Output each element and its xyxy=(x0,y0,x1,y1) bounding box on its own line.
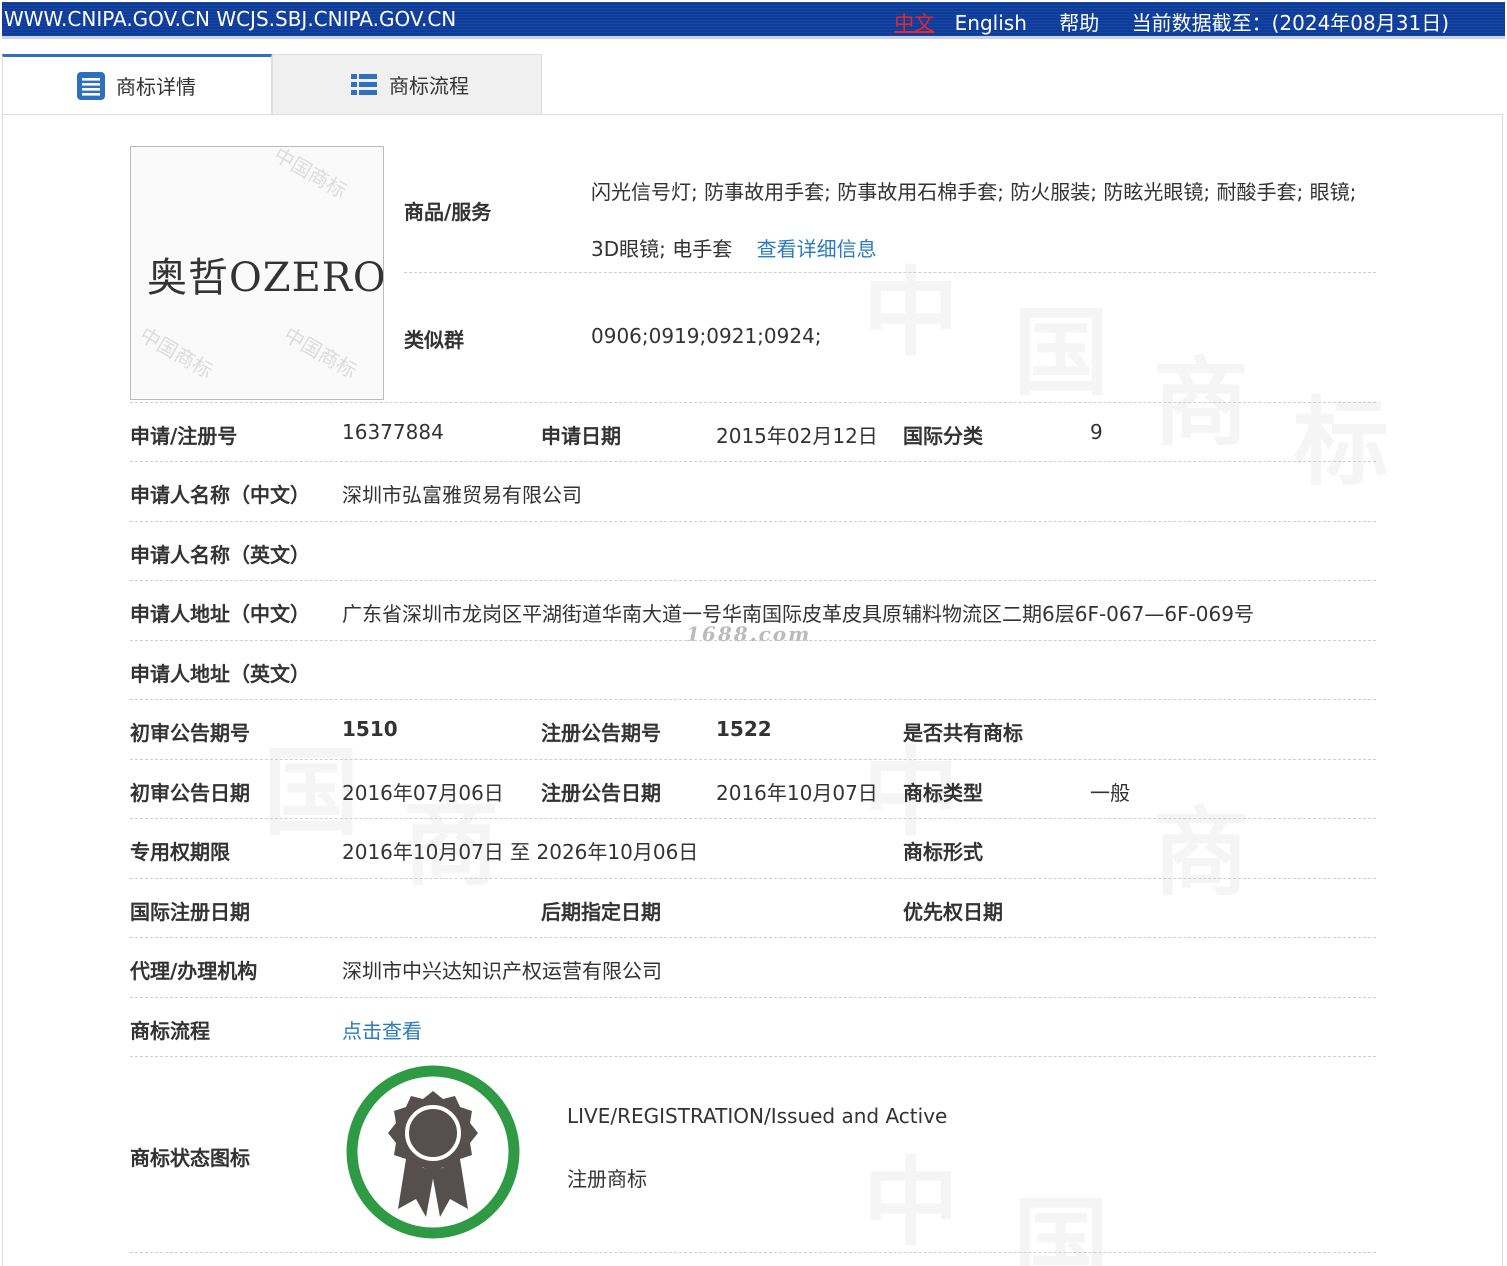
reg-pub-no-value: 1522 xyxy=(716,717,772,741)
goods-label: 商品/服务 xyxy=(404,200,492,224)
top-bar-right: 中文 English 帮助 当前数据截至：(2024年08月31日) xyxy=(894,7,1449,36)
shared-label: 是否共有商标 xyxy=(903,721,1023,745)
mark-stamp: 中国商标 xyxy=(269,146,351,204)
address-en-label: 申请人地址（英文） xyxy=(130,662,310,686)
tab-bar: 商标详情 商标流程 xyxy=(2,54,542,114)
divider xyxy=(130,640,1376,641)
agent-value: 深圳市中兴达知识产权运营有限公司 xyxy=(342,959,662,983)
process-label: 商标流程 xyxy=(130,1019,210,1043)
goods-value: 闪光信号灯; 防事故用手套; 防事故用石棉手套; 防火服装; 防眩光眼镜; 耐酸… xyxy=(591,164,1371,278)
divider xyxy=(130,521,1376,522)
divider xyxy=(130,937,1376,938)
reg-pub-no-label: 注册公告期号 xyxy=(541,721,661,745)
status-en: LIVE/REGISTRATION/Issued and Active xyxy=(567,1104,948,1128)
process-link[interactable]: 点击查看 xyxy=(342,1015,422,1044)
exclusive-value: 2016年10月07日 至 2026年10月06日 xyxy=(342,840,699,864)
tab-trademark-detail[interactable]: 商标详情 xyxy=(2,54,272,114)
grid-list-icon xyxy=(351,73,377,95)
divider xyxy=(404,272,1376,273)
tab-label: 商标流程 xyxy=(389,74,469,98)
divider xyxy=(130,759,1376,760)
address-cn-label: 申请人地址（中文） xyxy=(130,602,310,626)
divider xyxy=(130,1252,1376,1253)
status-cn: 注册商标 xyxy=(567,1167,647,1191)
watermark-char: 商 xyxy=(1153,797,1249,909)
applicant-cn-label: 申请人名称（中文） xyxy=(130,483,310,507)
tab-trademark-process[interactable]: 商标流程 xyxy=(272,54,542,114)
intl-reg-date-label: 国际注册日期 xyxy=(130,900,250,924)
apply-date-value: 2015年02月12日 xyxy=(716,424,878,448)
data-cutoff-text: 当前数据截至：(2024年08月31日) xyxy=(1131,11,1449,35)
watermark-char: 商 xyxy=(1153,347,1249,459)
divider xyxy=(130,1056,1376,1057)
divider xyxy=(130,699,1376,700)
lang-en-link[interactable]: English xyxy=(955,11,1027,35)
status-label: 商标状态图标 xyxy=(130,1146,250,1170)
reg-pub-date-label: 注册公告日期 xyxy=(541,781,661,805)
watermark-char: 标 xyxy=(1293,387,1389,499)
divider xyxy=(130,818,1376,819)
help-link[interactable]: 帮助 xyxy=(1059,11,1099,35)
agent-label: 代理/办理机构 xyxy=(130,959,258,983)
mark-stamp: 中国商标 xyxy=(135,322,217,384)
intl-class-value: 9 xyxy=(1090,420,1103,444)
prelim-date-label: 初审公告日期 xyxy=(130,781,250,805)
reg-no-label: 申请/注册号 xyxy=(130,424,238,448)
reg-no-value: 16377884 xyxy=(342,420,444,444)
prelim-no-label: 初审公告期号 xyxy=(130,721,250,745)
divider xyxy=(130,997,1376,998)
similar-group-value: 0906;0919;0921;0924; xyxy=(591,324,822,348)
divider xyxy=(130,580,1376,581)
mark-type-label: 商标类型 xyxy=(903,781,983,805)
divider xyxy=(130,878,1376,879)
divider xyxy=(130,402,1376,403)
top-bar: WWW.CNIPA.GOV.CN WCJS.SBJ.CNIPA.GOV.CN 中… xyxy=(2,2,1505,39)
prelim-date-value: 2016年07月06日 xyxy=(342,781,504,805)
document-list-icon xyxy=(77,71,105,100)
address-watermark: 1688.com xyxy=(686,622,812,646)
goods-detail-link[interactable]: 查看详细信息 xyxy=(757,237,877,261)
apply-date-label: 申请日期 xyxy=(541,424,621,448)
mark-wordmark: 奥哲OZERO xyxy=(147,255,384,301)
watermark-char: 国 xyxy=(1013,1187,1109,1266)
exclusive-label: 专用权期限 xyxy=(130,840,230,864)
prelim-no-value: 1510 xyxy=(342,717,398,741)
intl-class-label: 国际分类 xyxy=(903,424,983,448)
mark-form-label: 商标形式 xyxy=(903,840,983,864)
mark-type-value: 一般 xyxy=(1090,781,1130,805)
divider xyxy=(130,461,1376,462)
reg-pub-date-value: 2016年10月07日 xyxy=(716,781,878,805)
watermark-char: 国 xyxy=(1013,297,1109,409)
applicant-en-label: 申请人名称（英文） xyxy=(130,543,310,567)
trademark-image: 中国商标 中国商标 中国商标 奥哲OZERO xyxy=(130,146,384,400)
site-domains[interactable]: WWW.CNIPA.GOV.CN WCJS.SBJ.CNIPA.GOV.CN xyxy=(4,7,456,31)
registered-award-icon xyxy=(346,1065,520,1239)
mark-stamp: 中国商标 xyxy=(279,322,361,384)
priority-date-label: 优先权日期 xyxy=(903,900,1003,924)
similar-group-label: 类似群 xyxy=(404,328,464,352)
goods-list: 闪光信号灯; 防事故用手套; 防事故用石棉手套; 防火服装; 防眩光眼镜; 耐酸… xyxy=(591,180,1357,261)
later-date-label: 后期指定日期 xyxy=(541,900,661,924)
lang-zh-link[interactable]: 中文 xyxy=(894,11,934,35)
watermark-char: 中 xyxy=(863,1147,959,1259)
applicant-cn-value: 深圳市弘富雅贸易有限公司 xyxy=(342,483,582,507)
tab-label: 商标详情 xyxy=(116,75,196,99)
